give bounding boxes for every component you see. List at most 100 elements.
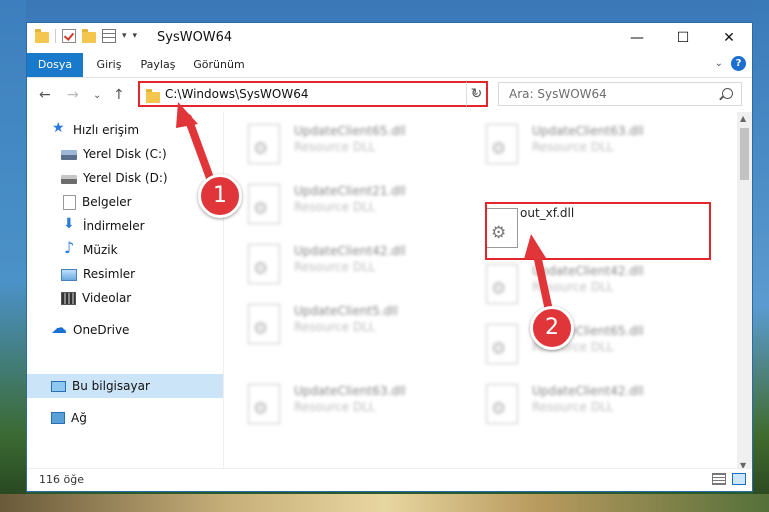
sidebar-item-label: Videolar bbox=[82, 291, 132, 305]
sidebar-item-onedrive[interactable]: OneDrive bbox=[27, 318, 247, 342]
file-name: UpdateClient63.dll bbox=[532, 124, 644, 138]
music-icon bbox=[61, 238, 77, 257]
sidebar-item-label: Hızlı erişim bbox=[73, 123, 140, 137]
toolbar-divider bbox=[55, 29, 56, 43]
sidebar-item-network[interactable]: Ağ bbox=[27, 406, 247, 430]
file-description: Resource DLL bbox=[294, 260, 376, 274]
close-button[interactable]: ✕ bbox=[706, 23, 752, 53]
file-name: UpdateClient42.dll bbox=[532, 384, 644, 398]
file-description: Resource DLL bbox=[294, 320, 376, 334]
large-icons-view-icon[interactable] bbox=[732, 473, 746, 485]
file-name: UpdateClient5.dll bbox=[294, 304, 398, 318]
file-description: Resource DLL bbox=[294, 200, 376, 214]
tab-home[interactable]: Giriş bbox=[87, 53, 131, 77]
file-list: UpdateClient65.dll Resource DLL UpdateCl… bbox=[224, 112, 739, 472]
item-count: 116 öğe bbox=[39, 473, 84, 486]
sidebar-item-this-pc[interactable]: Bu bilgisayar bbox=[27, 374, 223, 398]
dll-file-icon bbox=[248, 184, 280, 224]
pictures-icon bbox=[61, 268, 77, 281]
sidebar-item-label: Yerel Disk (C:) bbox=[83, 147, 167, 161]
sidebar-item-music[interactable]: Müzik ✎ bbox=[27, 238, 257, 262]
list-item[interactable]: UpdateClient42.dll Resource DLL bbox=[462, 378, 692, 430]
step-badge-2: 2 bbox=[530, 306, 574, 350]
disk-icon bbox=[61, 175, 77, 184]
download-icon bbox=[61, 216, 77, 233]
address-bar[interactable]: C:\Windows\SysWOW64 ⌄ bbox=[138, 81, 488, 107]
search-placeholder: Ara: SysWOW64 bbox=[509, 87, 607, 101]
file-description: Resource DLL bbox=[294, 140, 376, 154]
file-description: Resource DLL bbox=[532, 400, 614, 414]
sidebar-item-label: Ağ bbox=[71, 411, 87, 425]
scrollbar-thumb[interactable] bbox=[740, 128, 749, 180]
file-name: UpdateClient42.dll bbox=[294, 244, 406, 258]
refresh-icon[interactable]: ↻ bbox=[466, 81, 488, 107]
star-icon bbox=[51, 120, 67, 137]
dll-file-icon bbox=[486, 124, 518, 164]
vertical-scrollbar[interactable]: ▲ ▼ bbox=[737, 112, 752, 472]
ribbon-tabs: Dosya Giriş Paylaş Görünüm ⌄ ? bbox=[27, 53, 752, 78]
search-input[interactable]: Ara: SysWOW64 bbox=[498, 82, 742, 106]
help-icon[interactable]: ? bbox=[731, 56, 746, 71]
tab-view[interactable]: Görünüm bbox=[187, 53, 251, 77]
file-name: UpdateClient65.dll bbox=[294, 124, 406, 138]
sidebar-item-pictures[interactable]: Resimler ✎ bbox=[27, 262, 257, 286]
forward-arrow-icon[interactable]: → bbox=[67, 87, 79, 103]
list-item[interactable]: UpdateClient21.dll Resource DLL bbox=[224, 178, 454, 230]
disk-icon bbox=[61, 150, 77, 160]
file-name: UpdateClient42.dll bbox=[532, 264, 644, 278]
minimize-button[interactable]: — bbox=[614, 23, 660, 53]
file-description: Resource DLL bbox=[294, 400, 376, 414]
dll-file-icon bbox=[248, 124, 280, 164]
chevron-down-icon[interactable]: ▾ bbox=[122, 31, 127, 41]
desktop-background-bottom bbox=[0, 494, 769, 512]
details-view-icon[interactable] bbox=[712, 473, 726, 485]
dll-file-icon bbox=[248, 304, 280, 344]
list-item[interactable]: UpdateClient65.dll Resource DLL bbox=[224, 118, 454, 170]
tab-file[interactable]: Dosya bbox=[27, 53, 83, 77]
scroll-up-icon[interactable]: ▲ bbox=[740, 114, 746, 123]
dll-file-icon bbox=[486, 264, 518, 304]
desktop-background-right bbox=[753, 0, 769, 512]
navigation-pane: Hızlı erişim Yerel Disk (C:) 📌 Yerel Dis… bbox=[27, 112, 257, 472]
properties-icon[interactable] bbox=[102, 29, 116, 43]
properties-check-icon[interactable] bbox=[62, 29, 76, 43]
file-description: Resource DLL bbox=[532, 280, 614, 294]
folder-icon bbox=[35, 28, 49, 43]
sidebar-item-quick-access[interactable]: Hızlı erişim bbox=[27, 118, 247, 142]
back-arrow-icon[interactable]: ← bbox=[39, 87, 51, 103]
sidebar-item-label: Belgeler bbox=[82, 195, 132, 209]
sidebar-item-label: İndirmeler bbox=[83, 219, 145, 233]
title-bar: ▾ ▾ SysWOW64 — ☐ ✕ bbox=[27, 23, 752, 53]
list-item[interactable]: UpdateClient63.dll Resource DLL bbox=[462, 118, 692, 170]
documents-icon bbox=[63, 194, 76, 210]
step-badge-1: 1 bbox=[198, 174, 242, 218]
sidebar-item-label: Bu bilgisayar bbox=[72, 379, 150, 393]
dll-file-icon bbox=[486, 324, 518, 364]
customize-toolbar-icon[interactable]: ▾ bbox=[133, 31, 138, 41]
up-arrow-icon[interactable]: ↑ bbox=[113, 87, 125, 103]
status-bar: 116 öğe bbox=[27, 468, 752, 491]
folder-icon bbox=[146, 89, 160, 103]
file-name: UpdateClient63.dll bbox=[294, 384, 406, 398]
desktop-background-left bbox=[0, 0, 26, 512]
expand-ribbon-icon[interactable]: ⌄ bbox=[715, 58, 723, 69]
sidebar-item-local-disk-c[interactable]: Yerel Disk (C:) 📌 bbox=[27, 142, 257, 166]
new-folder-icon[interactable] bbox=[82, 28, 96, 43]
file-description: Resource DLL bbox=[532, 140, 614, 154]
list-item[interactable]: UpdateClient63.dll Resource DLL bbox=[224, 378, 454, 430]
list-item[interactable]: UpdateClient42.dll Resource DLL bbox=[462, 258, 692, 310]
list-item[interactable]: UpdateClient5.dll Resource DLL bbox=[224, 298, 454, 350]
list-item[interactable]: UpdateClient42.dll Resource DLL bbox=[224, 238, 454, 290]
address-path: C:\Windows\SysWOW64 bbox=[165, 87, 309, 101]
dll-file-icon bbox=[248, 384, 280, 424]
sidebar-item-videos[interactable]: Videolar ✎ bbox=[27, 286, 257, 310]
explorer-window: ▾ ▾ SysWOW64 — ☐ ✕ Dosya Giriş Paylaş Gö… bbox=[26, 22, 753, 492]
search-icon bbox=[722, 88, 733, 99]
quick-access-toolbar: ▾ ▾ bbox=[35, 28, 138, 43]
file-name: UpdateClient21.dll bbox=[294, 184, 406, 198]
list-item[interactable]: UpdateClient65.dll Resource DLL bbox=[462, 318, 692, 370]
tab-share[interactable]: Paylaş bbox=[133, 53, 183, 77]
sidebar-item-label: Müzik bbox=[83, 243, 118, 257]
maximize-button[interactable]: ☐ bbox=[660, 23, 706, 53]
recent-locations-icon[interactable]: ⌄ bbox=[93, 90, 101, 101]
